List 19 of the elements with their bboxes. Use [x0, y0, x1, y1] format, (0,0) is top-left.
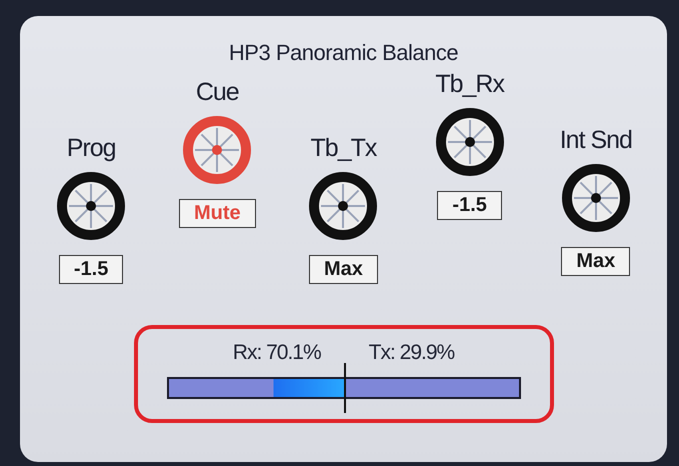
center-marker: [344, 363, 346, 413]
tx-label: Tx: 29.9%: [368, 341, 454, 365]
channel-name: Tb_Tx: [310, 134, 376, 163]
knob-icon[interactable]: [560, 163, 631, 233]
channel-name: Tb_Rx: [435, 70, 504, 99]
knob-icon[interactable]: [308, 171, 378, 241]
rx-label: Rx: 70.1%: [232, 341, 321, 365]
channel-value[interactable]: Max: [561, 247, 630, 276]
knob-icon[interactable]: [56, 171, 126, 241]
channel-value[interactable]: Mute: [178, 199, 256, 228]
window-title: HP3 Panoramic Balance: [228, 40, 458, 66]
channel-value[interactable]: Max: [309, 255, 378, 284]
channel-value[interactable]: -1.5: [437, 191, 502, 220]
channel-name: Cue: [196, 78, 239, 107]
muted-knob-icon[interactable]: [182, 115, 252, 185]
channel-name: Int Snd: [560, 126, 632, 155]
knob-icon[interactable]: [434, 107, 505, 177]
channel-name: Prog: [66, 134, 116, 163]
channel-value[interactable]: -1.5: [58, 255, 124, 284]
